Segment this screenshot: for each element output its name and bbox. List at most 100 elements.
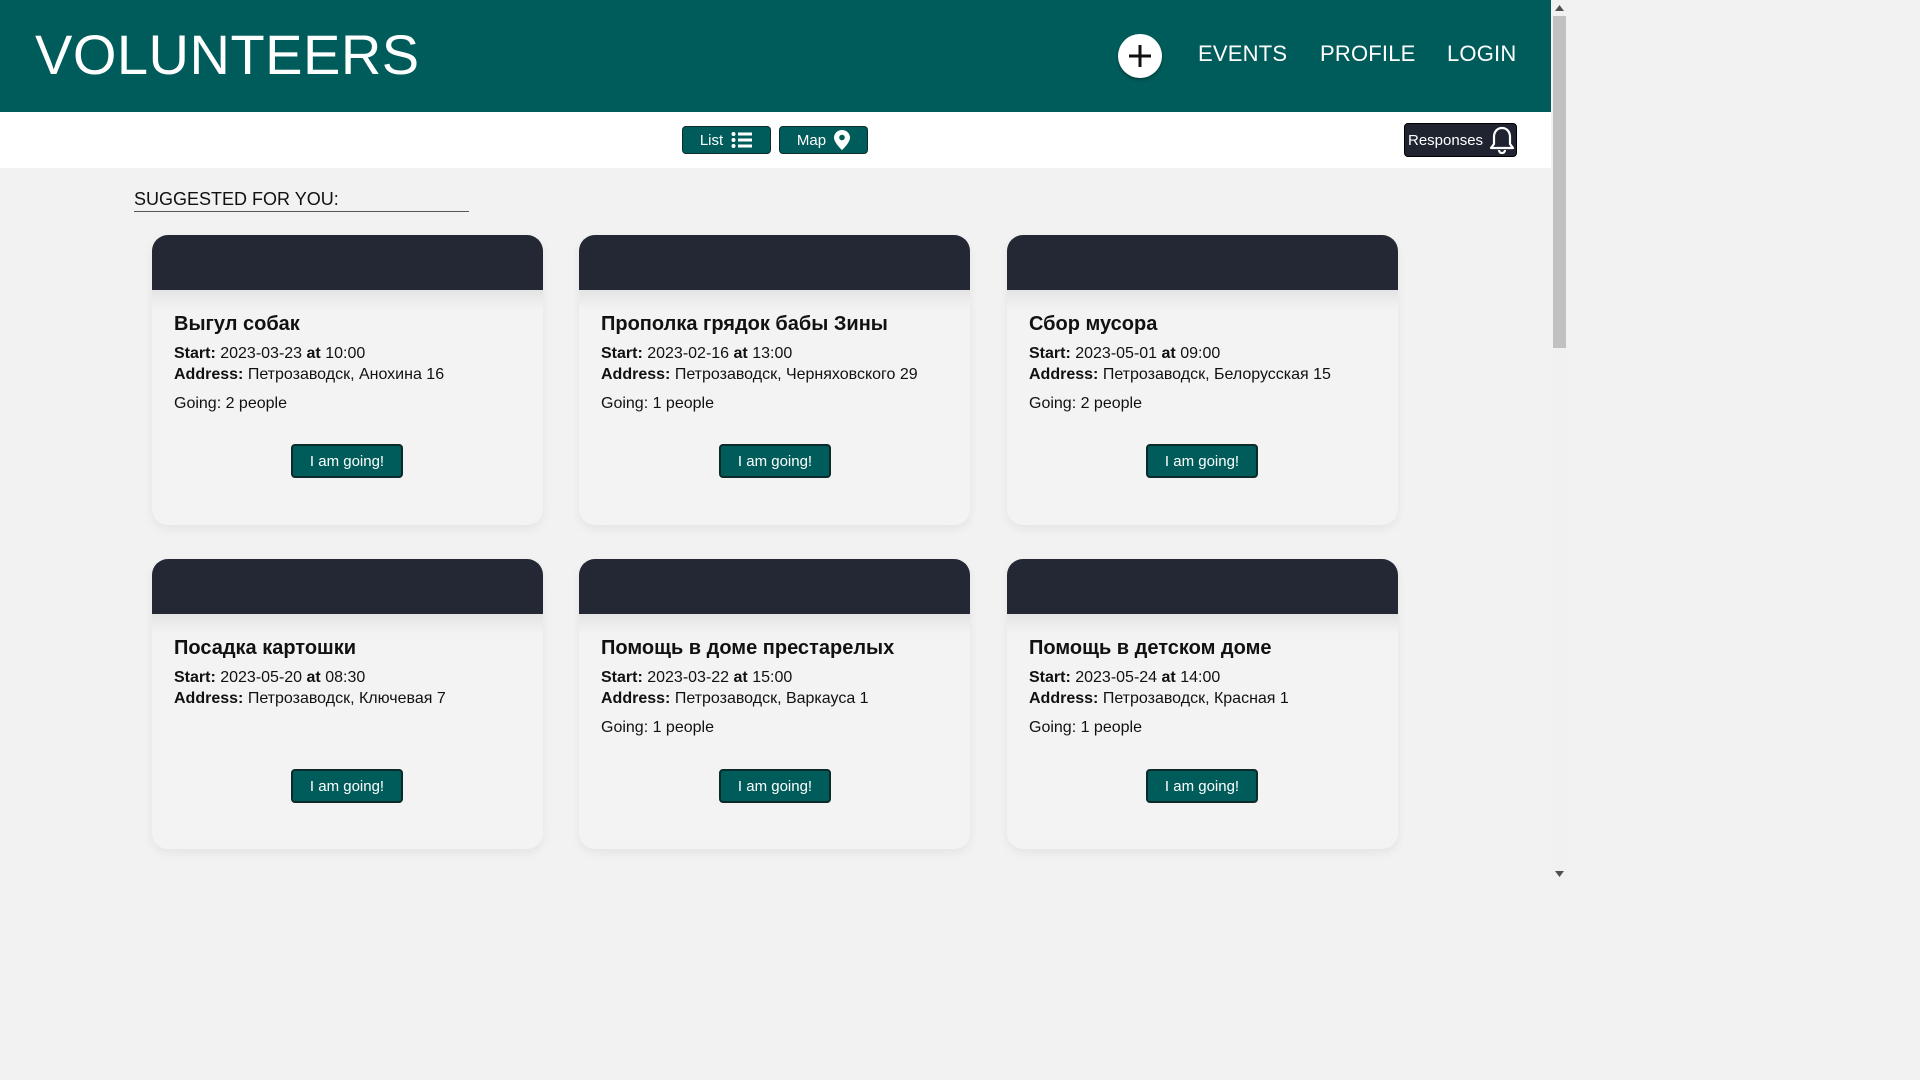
at-label: at [733, 669, 748, 686]
event-start: Start: 2023-05-20 at 08:30 [174, 668, 365, 688]
at-label: at [1161, 669, 1176, 686]
card-divider [1007, 290, 1398, 310]
start-label: Start: [174, 669, 216, 686]
card-image-placeholder [579, 559, 970, 614]
event-date: 2023-03-22 [647, 669, 730, 686]
card-divider [1007, 614, 1398, 634]
event-address-value: Петрозаводск, Анохина 16 [247, 366, 445, 383]
i-am-going-button[interactable]: I am going! [291, 769, 403, 803]
event-date: 2023-05-24 [1075, 669, 1158, 686]
event-address: Address: Петрозаводск, Варкауса 1 [601, 689, 869, 709]
event-time: 15:00 [752, 669, 793, 686]
event-start: Start: 2023-03-22 at 15:00 [601, 668, 792, 688]
card-divider [152, 290, 543, 310]
address-label: Address: [601, 366, 671, 383]
event-time: 09:00 [1180, 345, 1221, 362]
map-view-label: Map [796, 131, 827, 149]
event-address: Address: Петрозаводск, Анохина 16 [174, 365, 444, 385]
event-start: Start: 2023-02-16 at 13:00 [601, 344, 792, 364]
event-address: Address: Петрозаводск, Белорусская 15 [1029, 365, 1331, 385]
nav-events-link[interactable]: EVENTS [1198, 40, 1287, 68]
card-divider [579, 290, 970, 310]
at-label: at [306, 345, 321, 362]
nav-login-link[interactable]: LOGIN [1447, 40, 1516, 68]
event-title: Сбор мусора [1029, 313, 1158, 335]
address-label: Address: [1029, 690, 1099, 707]
event-title: Помощь в детском доме [1029, 637, 1272, 659]
event-going-count: Going: 1 people [601, 395, 714, 412]
view-toolbar: List Map Responses [0, 112, 1551, 168]
event-title: Прополка грядок бабы Зины [601, 313, 888, 335]
event-title: Выгул собак [174, 313, 300, 335]
chevron-up-icon [1555, 4, 1564, 11]
i-am-going-button[interactable]: I am going! [1146, 444, 1258, 478]
i-am-going-button[interactable]: I am going! [1146, 769, 1258, 803]
nav-profile-link[interactable]: PROFILE [1320, 40, 1416, 68]
event-date: 2023-05-20 [220, 669, 303, 686]
card-image-placeholder [1007, 235, 1398, 290]
page-scrollbar[interactable] [1551, 0, 1568, 882]
event-going-count: Going: 1 people [1029, 719, 1142, 736]
event-address-value: Петрозаводск, Варкауса 1 [674, 690, 869, 707]
bell-icon [1489, 126, 1515, 154]
plus-icon [1129, 45, 1151, 67]
event-address: Address: Петрозаводск, Красная 1 [1029, 689, 1289, 709]
list-view-label: List [699, 131, 724, 149]
list-view-button[interactable]: List [682, 126, 771, 154]
event-going-count: Going: 1 people [601, 719, 714, 736]
scroll-down-arrow-icon[interactable] [1555, 869, 1564, 878]
event-card: Помощь в доме престарелых Start: 2023-03… [579, 559, 970, 849]
event-address-value: Петрозаводск, Красная 1 [1102, 690, 1289, 707]
event-card: Посадка картошки Start: 2023-05-20 at 08… [152, 559, 543, 849]
address-label: Address: [1029, 366, 1099, 383]
event-title: Помощь в доме престарелых [601, 637, 895, 659]
event-date: 2023-05-01 [1075, 345, 1158, 362]
event-address-value: Петрозаводск, Ключевая 7 [247, 690, 446, 707]
card-image-placeholder [152, 235, 543, 290]
at-label: at [306, 669, 321, 686]
card-image-placeholder [579, 235, 970, 290]
address-label: Address: [174, 366, 244, 383]
at-label: at [1161, 345, 1176, 362]
i-am-going-button[interactable]: I am going! [719, 769, 831, 803]
event-start: Start: 2023-03-23 at 10:00 [174, 344, 365, 364]
list-icon [731, 132, 753, 148]
i-am-going-button[interactable]: I am going! [291, 444, 403, 478]
map-pin-icon [834, 130, 851, 150]
card-image-placeholder [1007, 559, 1398, 614]
scroll-up-arrow-icon[interactable] [1555, 3, 1564, 12]
card-divider [152, 614, 543, 634]
event-start: Start: 2023-05-24 at 14:00 [1029, 668, 1220, 688]
scrollbar-thumb[interactable] [1553, 16, 1566, 348]
chevron-down-icon [1555, 870, 1564, 877]
i-am-going-button[interactable]: I am going! [719, 444, 831, 478]
event-address: Address: Петрозаводск, Ключевая 7 [174, 689, 446, 709]
section-title: SUGGESTED FOR YOU: [134, 189, 469, 212]
at-label: at [733, 345, 748, 362]
event-card: Прополка грядок бабы Зины Start: 2023-02… [579, 235, 970, 525]
event-card: Сбор мусора Start: 2023-05-01 at 09:00 A… [1007, 235, 1398, 525]
address-label: Address: [601, 690, 671, 707]
event-time: 14:00 [1180, 669, 1221, 686]
event-time: 10:00 [325, 345, 366, 362]
event-going-count: Going: 2 people [174, 395, 287, 412]
responses-button[interactable]: Responses [1404, 123, 1517, 157]
event-address: Address: Петрозаводск, Черняховского 29 [601, 365, 918, 385]
event-start: Start: 2023-05-01 at 09:00 [1029, 344, 1220, 364]
event-address-value: Петрозаводск, Черняховского 29 [674, 366, 918, 383]
start-label: Start: [1029, 669, 1071, 686]
event-date: 2023-03-23 [220, 345, 303, 362]
top-header: VOLUNTEERS EVENTS PROFILE LOGIN [0, 0, 1551, 112]
start-label: Start: [1029, 345, 1071, 362]
event-time: 13:00 [752, 345, 793, 362]
start-label: Start: [174, 345, 216, 362]
event-title: Посадка картошки [174, 637, 357, 659]
address-label: Address: [174, 690, 244, 707]
start-label: Start: [601, 345, 643, 362]
map-view-button[interactable]: Map [779, 126, 868, 154]
card-divider [579, 614, 970, 634]
add-event-button[interactable] [1118, 34, 1162, 78]
event-card: Выгул собак Start: 2023-03-23 at 10:00 A… [152, 235, 543, 525]
event-going-count: Going: 2 people [1029, 395, 1142, 412]
site-logo[interactable]: VOLUNTEERS [35, 22, 420, 88]
